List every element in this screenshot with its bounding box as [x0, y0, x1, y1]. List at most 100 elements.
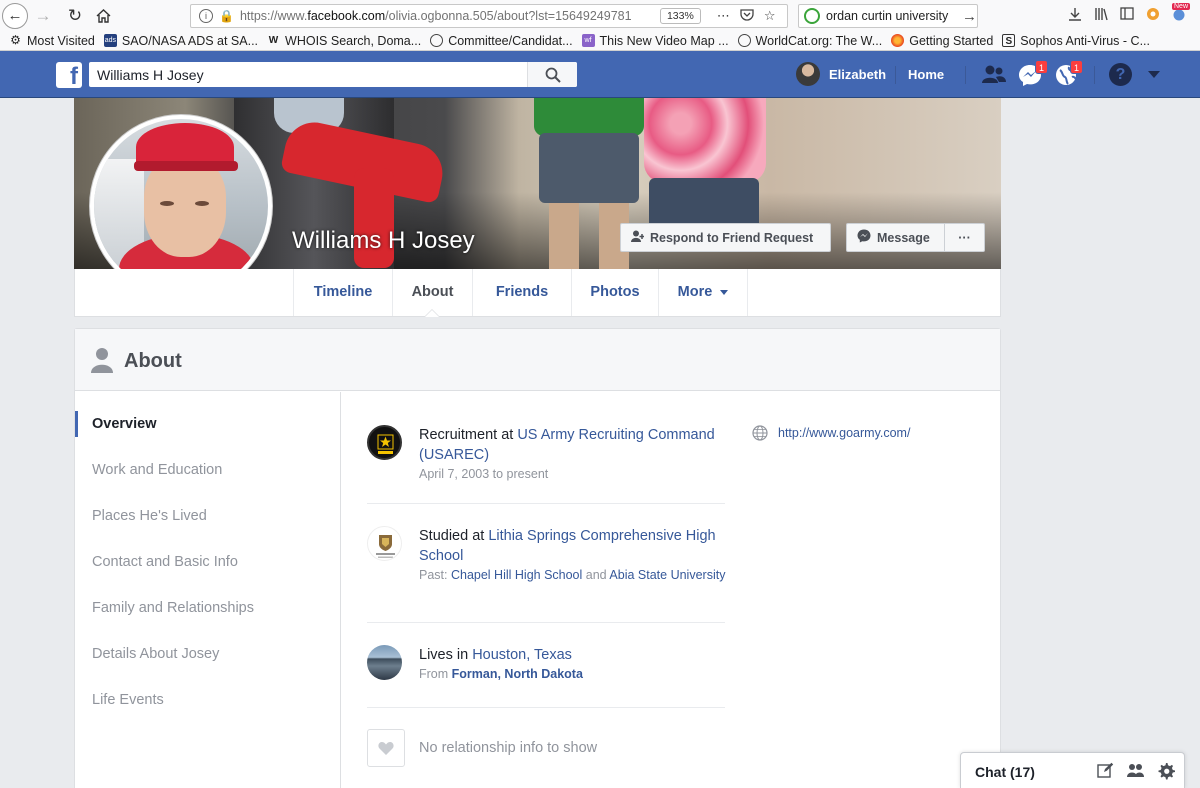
- profile-name[interactable]: Williams H Josey: [292, 227, 475, 255]
- bookmark-item[interactable]: ⚙ Most Visited: [9, 34, 95, 48]
- globe-icon: [430, 34, 444, 47]
- url-bar[interactable]: i 🔒 https://www.facebook.com/olivia.ogbo…: [190, 4, 788, 28]
- url-prefix: https://www.: [239, 9, 308, 23]
- sidebar-icon[interactable]: [1120, 7, 1134, 23]
- forward-arrow-icon[interactable]: →: [30, 3, 56, 29]
- facebook-logo-icon[interactable]: f: [56, 62, 82, 88]
- past-label: Past:: [419, 568, 451, 582]
- bookmark-item[interactable]: W WHOIS Search, Doma...: [267, 34, 421, 48]
- person-icon: [91, 348, 113, 373]
- cover-photo-detail: [644, 98, 766, 183]
- profile-photo-detail: [195, 201, 209, 206]
- work-details: Recruitment at US Army Recruiting Comman…: [419, 425, 729, 483]
- city-link[interactable]: Houston, Texas: [472, 647, 572, 663]
- back-arrow-icon[interactable]: ←: [2, 2, 28, 29]
- cover-photo-detail: [539, 133, 639, 203]
- school-logo[interactable]: [367, 526, 402, 561]
- browser-search-bar[interactable]: ordan curtin university →: [798, 4, 978, 28]
- zoom-indicator[interactable]: 133%: [659, 8, 701, 24]
- gear-icon: ⚙: [10, 33, 21, 47]
- tab-friends[interactable]: Friends: [472, 269, 571, 316]
- chat-bar[interactable]: Chat (17): [960, 752, 1185, 788]
- account-menu-caret-icon[interactable]: [1148, 71, 1160, 78]
- tab-timeline[interactable]: Timeline: [293, 269, 392, 316]
- search-button[interactable]: [527, 62, 577, 87]
- messages-badge: 1: [1035, 60, 1048, 74]
- group-chat-icon[interactable]: [1126, 762, 1145, 784]
- sidebar-item-places-lived[interactable]: Places He's Lived: [75, 503, 340, 529]
- about-title: About: [124, 350, 182, 372]
- page-actions-icon[interactable]: ⋯: [717, 8, 730, 24]
- lives-prefix: Lives in: [419, 647, 473, 663]
- divider: [367, 707, 725, 708]
- tab-photos[interactable]: Photos: [571, 269, 658, 316]
- respond-button-label: Respond to Friend Request: [650, 230, 814, 245]
- url-domain: facebook.com: [307, 9, 386, 23]
- bookmark-item[interactable]: WorldCat.org: The W...: [737, 33, 883, 48]
- whois-icon: W: [268, 35, 279, 46]
- search-icon: [545, 67, 561, 83]
- from-label: From: [419, 667, 452, 681]
- bookmark-item[interactable]: S Sophos Anti-Virus - C...: [1002, 34, 1150, 48]
- home-link[interactable]: Home: [908, 67, 944, 82]
- library-icon[interactable]: [1094, 7, 1109, 24]
- about-panel: About Overview Work and Education Places…: [74, 328, 1001, 788]
- sidebar-item-work-education[interactable]: Work and Education: [75, 457, 340, 483]
- divider: [1094, 66, 1095, 84]
- sidebar-item-contact-info[interactable]: Contact and Basic Info: [75, 549, 340, 575]
- profile-photo: [94, 119, 268, 293]
- sidebar-item-details[interactable]: Details About Josey: [75, 641, 340, 667]
- gear-icon[interactable]: [1157, 762, 1175, 785]
- respond-friend-request-button[interactable]: Respond to Friend Request: [620, 223, 831, 252]
- bookmark-label: Sophos Anti-Virus - C...: [1020, 33, 1150, 48]
- friend-requests-icon[interactable]: [981, 64, 1006, 86]
- sidebar-item-life-events[interactable]: Life Events: [75, 687, 340, 713]
- army-logo[interactable]: [367, 425, 402, 460]
- search-go-arrow-icon[interactable]: →: [962, 8, 977, 25]
- info-icon[interactable]: i: [199, 9, 213, 23]
- bookmark-item[interactable]: wf This New Video Map ...: [581, 34, 729, 48]
- bookmark-label: WorldCat.org: The W...: [755, 33, 883, 48]
- extension-icon[interactable]: [1146, 7, 1160, 24]
- hometown-link[interactable]: Forman, North Dakota: [452, 667, 583, 681]
- bookmark-item[interactable]: ads SAO/NASA ADS at SA...: [103, 33, 259, 48]
- website-entry: http://www.goarmy.com/: [752, 425, 910, 441]
- bookmark-item[interactable]: Getting Started: [891, 34, 993, 48]
- browser-search-input[interactable]: ordan curtin university: [826, 9, 960, 23]
- divider: [965, 66, 966, 84]
- profile-tabs: Timeline About Friends Photos More: [74, 269, 1001, 317]
- sidebar-item-family-relationships[interactable]: Family and Relationships: [75, 595, 340, 621]
- profile-photo-detail: [134, 161, 238, 171]
- facebook-search-input[interactable]: [97, 65, 517, 84]
- home-icon[interactable]: [90, 3, 116, 29]
- more-options-button[interactable]: ···: [944, 223, 985, 252]
- past-school-link[interactable]: Abia State University: [609, 568, 725, 582]
- downloads-icon[interactable]: [1068, 7, 1082, 24]
- divider: [367, 503, 725, 504]
- hometown: From Forman, North Dakota: [419, 666, 729, 683]
- pocket-icon[interactable]: [740, 8, 754, 24]
- bookmark-label: SAO/NASA ADS at SA...: [121, 33, 259, 48]
- bookmarks-toolbar: ⚙ Most Visited ads SAO/NASA ADS at SA... W…: [0, 31, 1200, 51]
- user-avatar[interactable]: [796, 62, 820, 86]
- ads-icon: ads: [103, 34, 117, 47]
- past-schools: Past: Chapel Hill High School and Abia S…: [419, 567, 729, 584]
- globe-icon: [737, 34, 751, 47]
- help-icon[interactable]: ?: [1109, 63, 1132, 86]
- bookmark-item[interactable]: Committee/Candidat...: [430, 34, 573, 48]
- past-school-link[interactable]: Chapel Hill High School: [451, 568, 582, 582]
- sophos-icon: S: [1002, 34, 1016, 47]
- website-link[interactable]: http://www.goarmy.com/: [778, 426, 910, 440]
- bookmark-label: Getting Started: [909, 33, 994, 48]
- bookmark-star-icon[interactable]: ☆: [764, 8, 776, 24]
- user-name-link[interactable]: Elizabeth: [829, 67, 886, 82]
- divider: [895, 66, 896, 84]
- tab-more[interactable]: More: [658, 269, 748, 316]
- url-text[interactable]: https://www.facebook.com/olivia.ogbonna.…: [240, 9, 640, 23]
- message-button[interactable]: Message: [846, 223, 945, 252]
- sidebar-item-overview[interactable]: Overview: [75, 411, 340, 437]
- work-dates: April 7, 2003 to present: [419, 467, 549, 481]
- city-photo[interactable]: [367, 645, 402, 680]
- compose-icon[interactable]: [1097, 762, 1114, 784]
- reload-icon[interactable]: ↻: [62, 3, 88, 29]
